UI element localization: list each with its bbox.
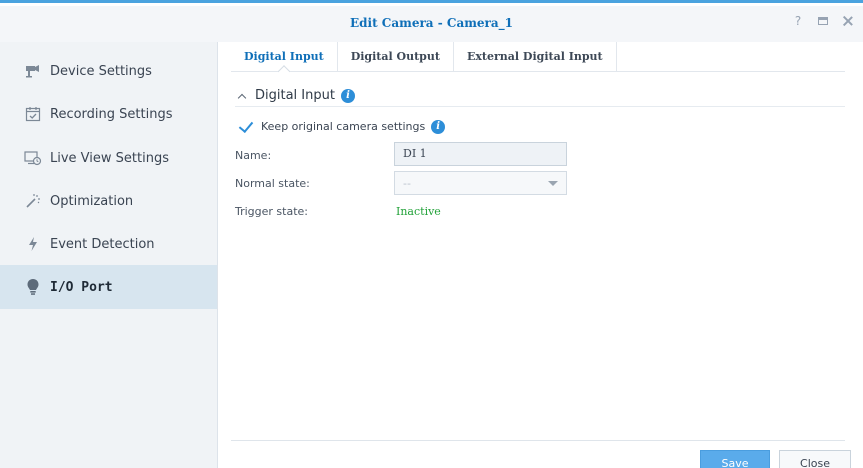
info-icon[interactable]: i: [340, 88, 355, 103]
sidebar-item-event-detection[interactable]: Event Detection: [0, 222, 217, 266]
calendar-check-icon: [24, 105, 42, 123]
tab-digital-input[interactable]: Digital Input: [231, 42, 338, 71]
info-icon[interactable]: i: [431, 119, 446, 134]
lightning-icon: [24, 235, 42, 253]
lightbulb-icon: [24, 278, 42, 296]
help-icon[interactable]: ?: [791, 14, 805, 28]
chevron-up-icon[interactable]: [237, 91, 247, 101]
keep-original-row: Keep original camera settings i: [238, 119, 446, 134]
normal-state-value: --: [403, 176, 411, 190]
section-header: Digital Input i: [235, 85, 845, 107]
trigger-state-value: Inactive: [396, 205, 441, 218]
sidebar-item-label: Device Settings: [50, 63, 152, 79]
window-title: Edit Camera - Camera_1: [349, 16, 513, 30]
sidebar-item-io-port[interactable]: I/O Port: [0, 265, 217, 309]
section-title: Digital Input: [255, 88, 335, 103]
sidebar: Device Settings Recording Settings Live …: [0, 42, 218, 468]
magic-wand-icon: [24, 192, 42, 210]
sidebar-item-label: Event Detection: [50, 236, 155, 252]
window-controls: ?: [791, 14, 855, 28]
sidebar-item-optimization[interactable]: Optimization: [0, 179, 217, 223]
sidebar-item-live-view-settings[interactable]: Live View Settings: [0, 136, 217, 180]
save-button[interactable]: Save: [700, 450, 770, 468]
sidebar-item-label: I/O Port: [50, 279, 113, 295]
footer-divider: [231, 440, 845, 441]
edit-camera-window: Edit Camera - Camera_1 ? Device Settings…: [0, 0, 863, 468]
name-label: Name:: [235, 149, 272, 162]
sidebar-item-device-settings[interactable]: Device Settings: [0, 49, 217, 93]
tab-digital-output[interactable]: Digital Output: [338, 42, 454, 71]
keep-original-checkbox[interactable]: [238, 119, 253, 134]
sidebar-item-label: Recording Settings: [50, 106, 173, 122]
normal-state-select[interactable]: --: [394, 171, 567, 195]
normal-state-label: Normal state:: [235, 177, 310, 190]
maximize-icon[interactable]: [816, 14, 830, 28]
close-icon[interactable]: [841, 14, 855, 28]
name-field[interactable]: DI 1: [394, 142, 567, 166]
sidebar-item-label: Optimization: [50, 193, 134, 209]
keep-original-label: Keep original camera settings: [261, 120, 426, 133]
sidebar-item-label: Live View Settings: [50, 150, 169, 166]
chevron-down-icon: [548, 181, 558, 186]
camera-icon: [24, 62, 42, 80]
tab-bar: Digital Input Digital Output External Di…: [231, 42, 845, 72]
tab-external-digital-input[interactable]: External Digital Input: [454, 42, 617, 71]
trigger-state-label: Trigger state:: [235, 205, 309, 218]
sidebar-item-recording-settings[interactable]: Recording Settings: [0, 92, 217, 136]
name-field-value: DI 1: [403, 147, 427, 160]
monitor-clock-icon: [24, 149, 42, 167]
title-bar: Edit Camera - Camera_1 ?: [0, 6, 863, 42]
close-button[interactable]: Close: [779, 450, 851, 468]
